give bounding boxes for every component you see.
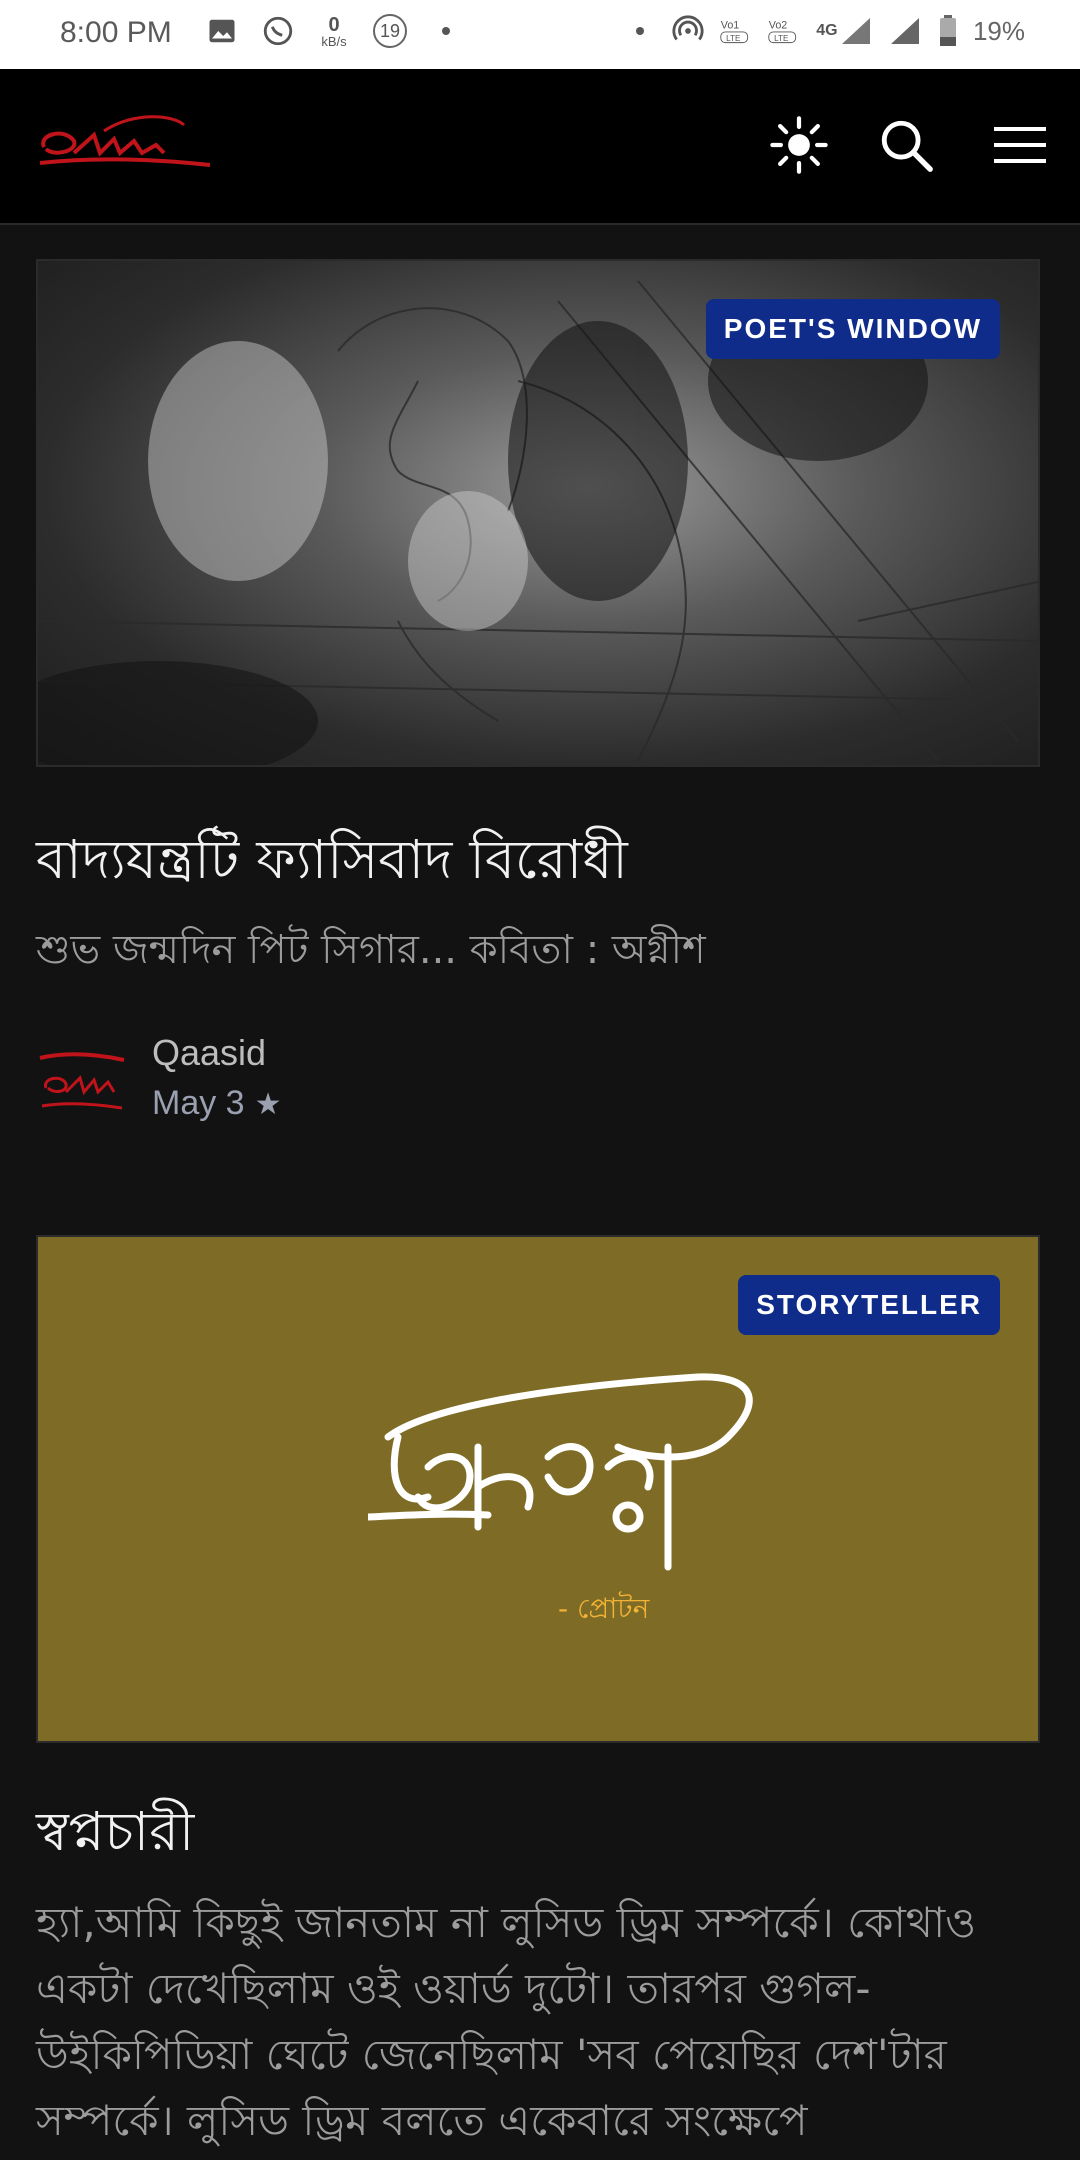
post-subtitle: শুভ জন্মদিন পিট সিগার... কবিতা : অগ্নীশ (36, 927, 706, 973)
data-speed-unit: kB/s (321, 33, 347, 49)
calligraphy-title-art (368, 1373, 753, 1571)
signal-4g-icon: 4G (815, 14, 875, 48)
whatsapp-icon (261, 14, 295, 48)
post-title[interactable]: স্বপ্নচারী (36, 1790, 194, 1880)
menu-button[interactable] (988, 113, 1052, 177)
status-bar: 8:00 PM 0 kB/s 19 Vo1 LTE Vo2 LTE 4G 19% (0, 0, 1080, 69)
battery-percent: 19% (972, 15, 1025, 46)
status-time: 8:00 PM (60, 16, 172, 49)
star-icon: ★ (254, 1088, 282, 1121)
qaasid-logo[interactable] (34, 105, 214, 185)
volte1-icon: Vo1 LTE (719, 14, 753, 48)
status-left-icons: 0 kB/s 19 (205, 14, 463, 48)
notification-count: 19 (379, 21, 401, 41)
post-cover-image[interactable]: - প্রোটন STORYTELLER (36, 1235, 1040, 1743)
post-author[interactable]: Qaasid May 3 ★ (36, 1032, 636, 1132)
svg-text:Vo2: Vo2 (769, 19, 788, 31)
author-avatar (39, 1052, 125, 1110)
battery-icon (937, 14, 959, 48)
image-icon (205, 14, 239, 48)
network-type: 4G (816, 22, 838, 39)
volte2-icon: Vo2 LTE (767, 14, 801, 48)
svg-text:Vo1: Vo1 (721, 19, 740, 31)
search-button[interactable] (874, 113, 938, 177)
search-icon (881, 120, 933, 172)
notification-count-icon: 19 (373, 14, 407, 48)
post-cover-image[interactable]: POET'S WINDOW (36, 259, 1040, 767)
menu-icon (994, 127, 1046, 163)
dot-icon (623, 14, 657, 48)
post-excerpt: হ্যা,আমি কিছুই জানতাম না লুসিড ড্রিম সম্… (36, 1898, 977, 2145)
svg-text:LTE: LTE (726, 34, 741, 43)
author-name[interactable]: Qaasid (152, 1032, 266, 1074)
sun-icon (770, 116, 828, 174)
signal-icon (889, 14, 923, 48)
data-speed-indicator: 0 kB/s (317, 14, 351, 48)
data-speed-value: 0 (328, 13, 340, 36)
cover-credit: - প্রোটন (558, 1592, 650, 1625)
svg-text:LTE: LTE (774, 34, 789, 43)
status-right-icons: Vo1 LTE Vo2 LTE 4G 19% (623, 14, 1025, 48)
theme-toggle-button[interactable] (767, 113, 831, 177)
app-header (0, 69, 1080, 225)
hotspot-icon (671, 14, 705, 48)
post-title[interactable]: বাদ্যযন্ত্রটি ফ্যাসিবাদ বিরোধী (36, 818, 628, 908)
post-date-text: May 3 (152, 1084, 245, 1122)
category-badge[interactable]: STORYTELLER (738, 1275, 1000, 1335)
dot-icon (429, 14, 463, 48)
post-date: May 3 ★ (152, 1084, 282, 1123)
category-badge[interactable]: POET'S WINDOW (705, 299, 1000, 359)
